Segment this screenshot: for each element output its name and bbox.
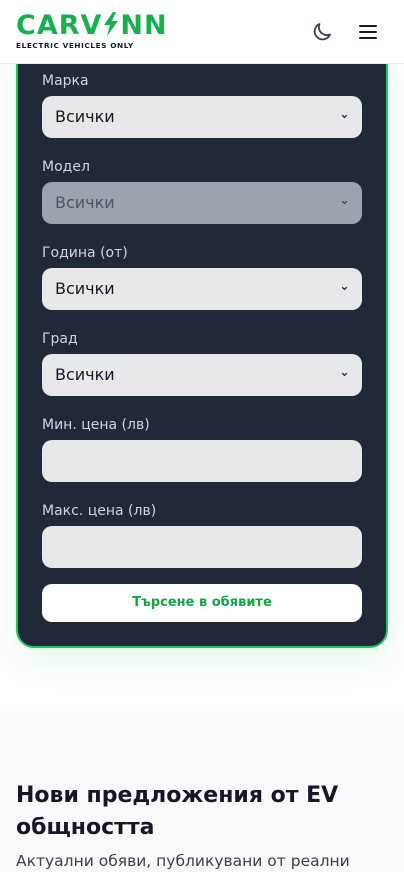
make-label: Марка xyxy=(42,73,89,89)
logo-word-left: CARV xyxy=(16,10,103,41)
city-select-value: Всички xyxy=(55,365,115,384)
menu-button[interactable] xyxy=(356,20,380,44)
carvinn-logo[interactable]: CARV NN ELECTRIC VEHICLES ONLY xyxy=(16,11,176,51)
model-select[interactable]: Всички xyxy=(42,182,362,224)
community-section-title: Нови предложения от EV общността xyxy=(16,783,339,840)
chevron-down-icon xyxy=(341,286,348,291)
year-from-select[interactable]: Всички xyxy=(42,268,362,310)
make-select-value: Всички xyxy=(55,107,115,126)
max-price-input[interactable] xyxy=(42,526,362,568)
hamburger-menu-icon xyxy=(359,25,377,39)
theme-toggle-button[interactable] xyxy=(310,20,334,44)
make-select[interactable]: Всички xyxy=(42,96,362,138)
max-price-label: Макс. цена (лв) xyxy=(42,503,157,519)
model-select-value: Всички xyxy=(55,193,115,212)
community-section-subtitle: Актуални обяви, публикувани от реални xyxy=(16,852,350,870)
chevron-down-icon xyxy=(341,114,348,119)
model-label: Модел xyxy=(42,159,90,175)
logo-word-right: NN xyxy=(120,10,168,41)
min-price-label: Мин. цена (лв) xyxy=(42,417,150,433)
moon-icon xyxy=(313,23,331,41)
search-listings-button[interactable]: Търсене в обявите xyxy=(42,584,362,622)
min-price-input[interactable] xyxy=(42,440,362,482)
city-select[interactable]: Всички xyxy=(42,354,362,396)
year-from-label: Година (от) xyxy=(42,245,128,261)
top-header: CARV NN ELECTRIC VEHICLES ONLY xyxy=(0,0,404,64)
chevron-down-icon xyxy=(341,200,348,205)
chevron-down-icon xyxy=(341,372,348,377)
city-label: Град xyxy=(42,331,78,347)
logo-wordmark: CARV NN xyxy=(16,11,176,41)
logo-tagline: ELECTRIC VEHICLES ONLY xyxy=(16,41,134,50)
lightning-bolt-icon xyxy=(104,12,119,36)
year-from-select-value: Всички xyxy=(55,279,115,298)
